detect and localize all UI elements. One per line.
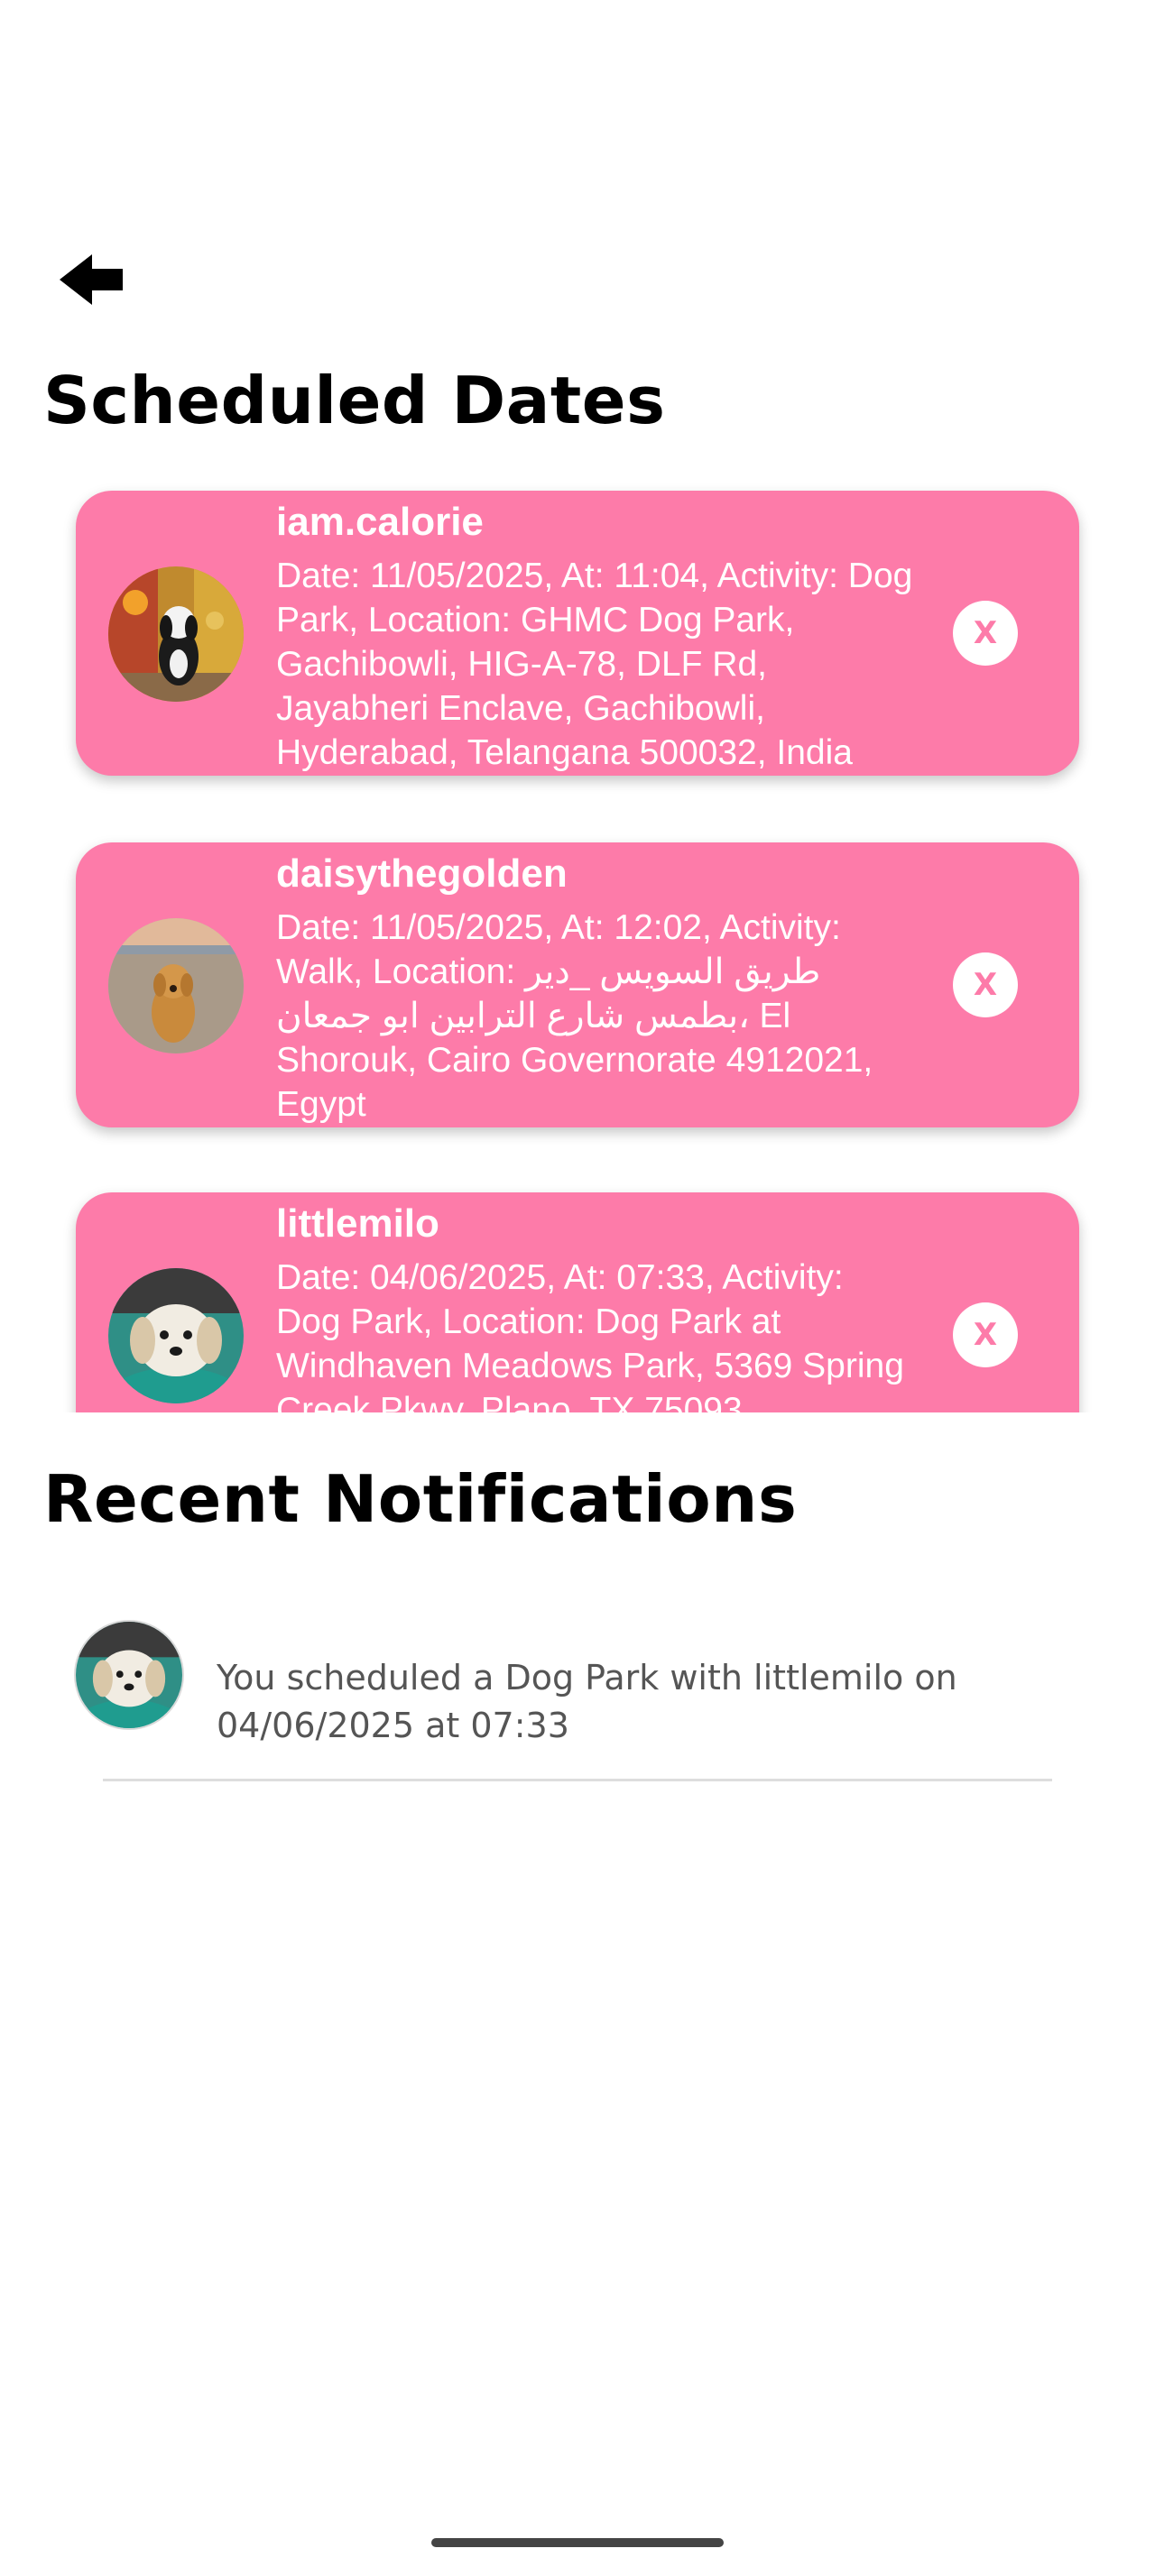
- dog-photo-icon: [108, 918, 244, 1053]
- card-username: littlemilo: [276, 1201, 439, 1246]
- card-details: Date: 11/05/2025, At: 12:02, Activity: W…: [276, 908, 873, 1124]
- avatar: [108, 566, 244, 702]
- divider: [103, 1779, 1052, 1781]
- scheduled-date-card[interactable]: daisythegolden Date: 11/05/2025, At: 12:…: [76, 842, 1079, 1127]
- notification-text: You scheduled a Dog Park with littlemilo…: [217, 1658, 957, 1745]
- card-details: Date: 11/05/2025, At: 11:04, Activity: D…: [276, 557, 913, 772]
- dog-photo-icon: [76, 1622, 182, 1728]
- scheduled-dates-title: Scheduled Dates: [43, 363, 666, 438]
- avatar: [76, 1622, 182, 1728]
- dog-photo-icon: [108, 1268, 244, 1403]
- arrow-left-icon: [60, 254, 123, 305]
- recent-notifications-title: Recent Notifications: [43, 1461, 798, 1537]
- scheduled-date-card[interactable]: littlemilo Date: 04/06/2025, At: 07:33, …: [76, 1192, 1079, 1412]
- card-details: Date: 04/06/2025, At: 07:33, Activity: D…: [276, 1258, 904, 1412]
- remove-date-button[interactable]: X: [953, 1302, 1018, 1367]
- scheduled-date-card[interactable]: iam.calorie Date: 11/05/2025, At: 11:04,…: [76, 491, 1079, 776]
- scheduled-dates-list[interactable]: iam.calorie Date: 11/05/2025, At: 11:04,…: [0, 469, 1155, 1412]
- home-indicator[interactable]: [431, 2538, 724, 2547]
- card-username: daisythegolden: [276, 851, 568, 896]
- remove-date-button[interactable]: X: [953, 952, 1018, 1017]
- avatar: [108, 918, 244, 1053]
- dog-photo-icon: [108, 566, 244, 702]
- notification-item[interactable]: You scheduled a Dog Park with littlemilo…: [76, 1616, 1050, 1779]
- back-button[interactable]: [56, 251, 128, 308]
- remove-date-button[interactable]: X: [953, 601, 1018, 666]
- avatar: [108, 1268, 244, 1403]
- card-username: iam.calorie: [276, 500, 484, 544]
